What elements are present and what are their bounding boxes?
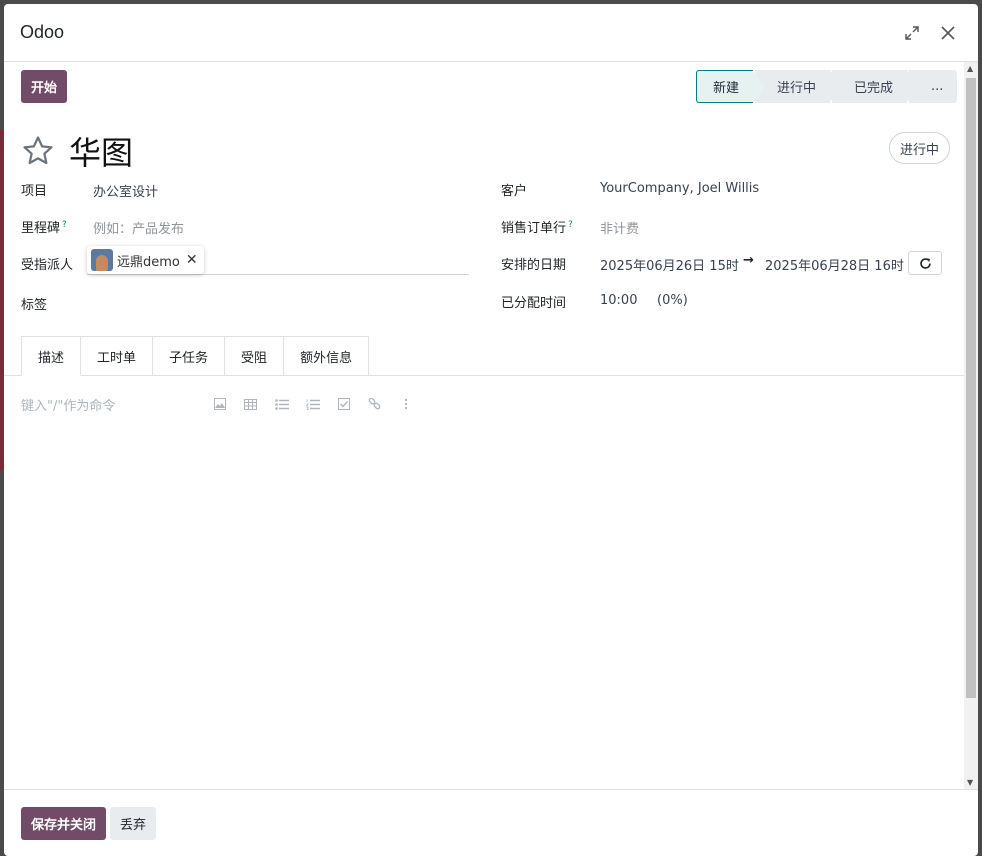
allocated-label: 已分配时间 [501, 296, 567, 311]
tab-extra-info[interactable]: 额外信息 [284, 336, 370, 376]
stage-statusbar: 新建 进行中 已完成 ... [696, 70, 959, 103]
bullet-list-icon[interactable] [266, 395, 297, 413]
save-and-close-button[interactable]: 保存并关闭 [21, 806, 107, 840]
refresh-dates-button[interactable] [908, 251, 942, 275]
image-icon[interactable] [204, 395, 235, 413]
tab-timesheets[interactable]: 工时单 [81, 336, 154, 376]
avatar [91, 249, 113, 271]
sale-line-label-text: 销售订单行 [501, 221, 567, 236]
task-state-button[interactable]: 进行中 [888, 132, 950, 164]
remove-tag-icon[interactable]: ✕ [186, 252, 198, 268]
scroll-down-icon[interactable]: ▼ [967, 778, 973, 787]
dialog-body: 开始 新建 进行中 已完成 ... 华图 进行中 项目 办公室设计 里程碑? 例… [4, 62, 978, 789]
discard-button[interactable]: 丢弃 [110, 806, 157, 840]
link-icon[interactable] [359, 395, 390, 413]
task-dialog: Odoo 开始 新建 进行中 已完成 ... 华图 进行中 项目 办公室设计 里… [4, 4, 978, 856]
dialog-footer: 保存并关闭 丢弃 [4, 789, 978, 856]
assignee-input-line[interactable] [87, 274, 469, 275]
sale-line-field[interactable]: 非计费 [600, 218, 639, 237]
project-label: 项目 [21, 184, 48, 199]
stage-in-progress[interactable]: 进行中 [755, 70, 843, 103]
allocated-percent: (0%) [657, 293, 688, 308]
numbered-list-icon[interactable] [297, 395, 328, 413]
tags-label: 标签 [21, 298, 48, 313]
dates-label: 安排的日期 [501, 258, 567, 273]
body-scrollbar[interactable]: ▲ ▼ [964, 62, 978, 789]
date-end-field[interactable]: 2025年06月28日 16时 [765, 255, 904, 274]
allocated-hours-field[interactable]: 10:00 [600, 293, 637, 308]
sale-line-label: 销售订单行? [501, 217, 573, 236]
milestone-field[interactable]: 例如：产品发布 [93, 218, 184, 237]
project-field[interactable]: 办公室设计 [93, 181, 158, 200]
date-arrow-icon: → [743, 253, 754, 268]
star-icon[interactable] [21, 134, 55, 168]
date-start-field[interactable]: 2025年06月26日 15时 [600, 255, 739, 274]
expand-icon[interactable] [898, 19, 926, 47]
stage-done[interactable]: 已完成 [832, 70, 920, 103]
tab-description[interactable]: 描述 [21, 336, 82, 376]
milestone-label: 里程碑? [21, 217, 67, 236]
milestone-label-text: 里程碑 [21, 221, 61, 236]
editor-toolbar [204, 395, 421, 413]
title-row: 华图 [21, 128, 133, 174]
tab-blocked[interactable]: 受阻 [225, 336, 285, 376]
close-icon[interactable] [934, 19, 962, 47]
stage-new[interactable]: 新建 [696, 70, 766, 103]
scroll-thumb[interactable] [966, 78, 976, 698]
refresh-icon [919, 257, 931, 269]
notebook-tabs: 描述 工时单 子任务 受阻 额外信息 [21, 336, 370, 376]
dialog-title: Odoo [20, 22, 65, 42]
assignee-label: 受指派人 [21, 258, 74, 273]
sale-line-help-icon[interactable]: ? [568, 220, 573, 230]
assignee-tag: 远鼎demo ✕ [87, 246, 204, 274]
start-button[interactable]: 开始 [21, 70, 68, 103]
dialog-header: Odoo [4, 4, 978, 62]
customer-label: 客户 [501, 184, 528, 199]
description-editor[interactable]: 键入"/"作为命令 [21, 395, 115, 414]
more-options-icon[interactable] [390, 395, 421, 413]
milestone-help-icon[interactable]: ? [62, 220, 67, 230]
assignee-name: 远鼎demo [117, 254, 180, 270]
table-icon[interactable] [235, 395, 266, 413]
checklist-icon[interactable] [328, 395, 359, 413]
customer-field[interactable]: YourCompany, Joel Willis [600, 181, 759, 196]
task-title[interactable]: 华图 [69, 128, 133, 174]
tab-subtasks[interactable]: 子任务 [153, 336, 226, 376]
scroll-up-icon[interactable]: ▲ [967, 64, 973, 73]
